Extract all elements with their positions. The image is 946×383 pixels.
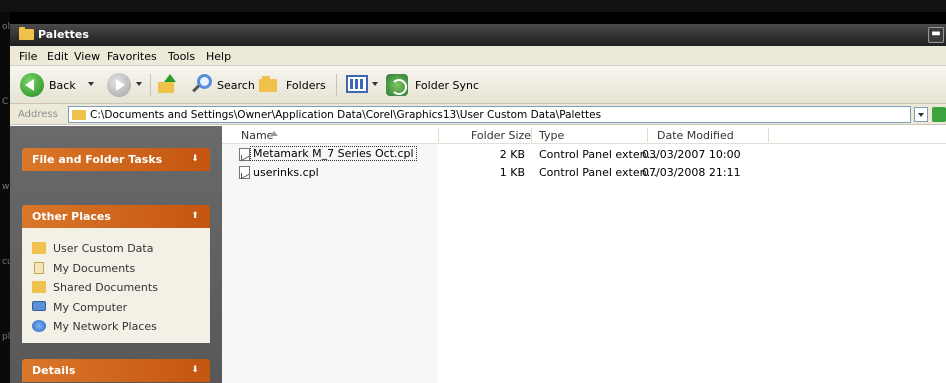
search-button[interactable]: Search [217,79,255,92]
column-header-name[interactable]: Name [241,129,273,142]
column-divider[interactable] [768,128,769,142]
expand-chevron-icon[interactable]: ⬇ [188,152,202,166]
place-user-custom-data[interactable]: User Custom Data [32,240,207,258]
panel-title: Details [32,364,76,377]
desktop-edge-fragment: C [2,97,9,107]
back-dropdown-icon[interactable] [88,82,94,86]
folder-icon [32,242,46,254]
place-label[interactable]: My Computer [53,301,127,314]
address-bar: Address C:\Documents and Settings\Owner\… [10,104,946,125]
file-type: Control Panel exten... [539,148,658,161]
menu-favorites[interactable]: Favorites [107,50,157,63]
place-my-documents[interactable]: My Documents [32,260,207,278]
minimize-button[interactable]: ▬ [928,27,944,43]
file-size: 2 KB [499,148,525,161]
place-shared-documents[interactable]: Shared Documents [32,279,207,297]
documents-icon [34,262,44,274]
column-divider[interactable] [531,128,532,142]
file-row[interactable]: userinks.cpl 1 KB Control Panel exten...… [222,164,946,181]
title-bar[interactable]: Palettes ▬ [10,24,946,46]
back-button[interactable]: Back [49,79,76,92]
desktop-edge: ol C w cu pl. [0,12,13,383]
column-header-folder-size[interactable]: Folder Size [471,129,531,142]
collapse-chevron-icon[interactable]: ⬆ [188,209,202,223]
sort-ascending-icon [270,131,278,136]
column-header-date-modified[interactable]: Date Modified [657,129,734,142]
details-header[interactable]: Details ⬇ [22,359,210,382]
file-folder-tasks-header[interactable]: File and Folder Tasks ⬇ [22,148,210,171]
folders-icon[interactable] [259,76,279,92]
column-divider[interactable] [438,128,439,142]
folder-icon [19,27,34,40]
desktop-background [0,0,946,12]
panel-title: File and Folder Tasks [32,153,163,166]
address-input[interactable]: C:\Documents and Settings\Owner\Applicat… [68,106,911,123]
file-date: 03/03/2007 10:00 [642,148,741,161]
place-label[interactable]: Shared Documents [53,281,158,294]
explorer-window: Palettes ▬ File Edit View Favorites Tool… [10,24,946,383]
forward-arrow-icon[interactable] [107,73,131,97]
file-row[interactable]: Metamark M_7 Series Oct.cpl 2 KB Control… [222,146,946,163]
folder-icon [32,281,46,293]
computer-icon [32,301,46,311]
folder-sync-icon[interactable] [386,74,408,96]
column-header-row: Name Folder Size Type Date Modified [222,126,946,144]
column-divider[interactable] [647,128,648,142]
menu-view[interactable]: View [74,50,100,63]
back-arrow-icon[interactable] [20,73,44,97]
forward-dropdown-icon[interactable] [136,82,142,86]
address-label: Address [18,109,58,120]
window-title: Palettes [38,28,89,41]
folder-icon [72,110,86,120]
views-dropdown-icon[interactable] [372,82,378,86]
file-size: 1 KB [499,166,525,179]
desktop-edge-fragment: ol [2,22,11,32]
file-icon [239,148,250,161]
up-folder-icon[interactable] [158,74,178,94]
network-icon [32,320,46,332]
place-my-computer[interactable]: My Computer [32,299,207,317]
place-label[interactable]: My Network Places [53,320,157,333]
file-name[interactable]: userinks.cpl [253,166,319,179]
folders-button[interactable]: Folders [286,79,326,92]
views-icon[interactable] [346,75,368,93]
menu-bar: File Edit View Favorites Tools Help [10,46,946,66]
folder-sync-button[interactable]: Folder Sync [415,79,479,92]
toolbar: Back Search Folders Folder Sync [10,66,946,104]
place-my-network-places[interactable]: My Network Places [32,318,207,336]
toolbar-separator [150,74,151,96]
other-places-list: User Custom Data My Documents Shared Doc… [22,228,210,343]
menu-file[interactable]: File [19,50,37,63]
menu-edit[interactable]: Edit [47,50,68,63]
toolbar-separator [336,74,337,96]
file-list: Name Folder Size Type Date Modified Meta… [222,126,946,383]
search-icon[interactable] [191,74,213,96]
file-type: Control Panel exten... [539,166,658,179]
address-dropdown-button[interactable] [914,107,928,122]
file-name[interactable]: Metamark M_7 Series Oct.cpl [250,146,417,161]
column-header-type[interactable]: Type [539,129,564,142]
file-icon [239,166,250,179]
go-button[interactable] [932,107,946,122]
menu-help[interactable]: Help [206,50,231,63]
task-pane: File and Folder Tasks ⬇ Other Places ⬆ U… [10,126,222,383]
menu-tools[interactable]: Tools [168,50,195,63]
desktop-edge-fragment: w [2,182,10,192]
place-label[interactable]: My Documents [53,262,135,275]
other-places-header[interactable]: Other Places ⬆ [22,205,210,228]
expand-chevron-icon[interactable]: ⬇ [188,363,202,377]
panel-title: Other Places [32,210,111,223]
address-path[interactable]: C:\Documents and Settings\Owner\Applicat… [90,109,601,121]
file-date: 07/03/2008 21:11 [642,166,741,179]
place-label[interactable]: User Custom Data [53,242,153,255]
